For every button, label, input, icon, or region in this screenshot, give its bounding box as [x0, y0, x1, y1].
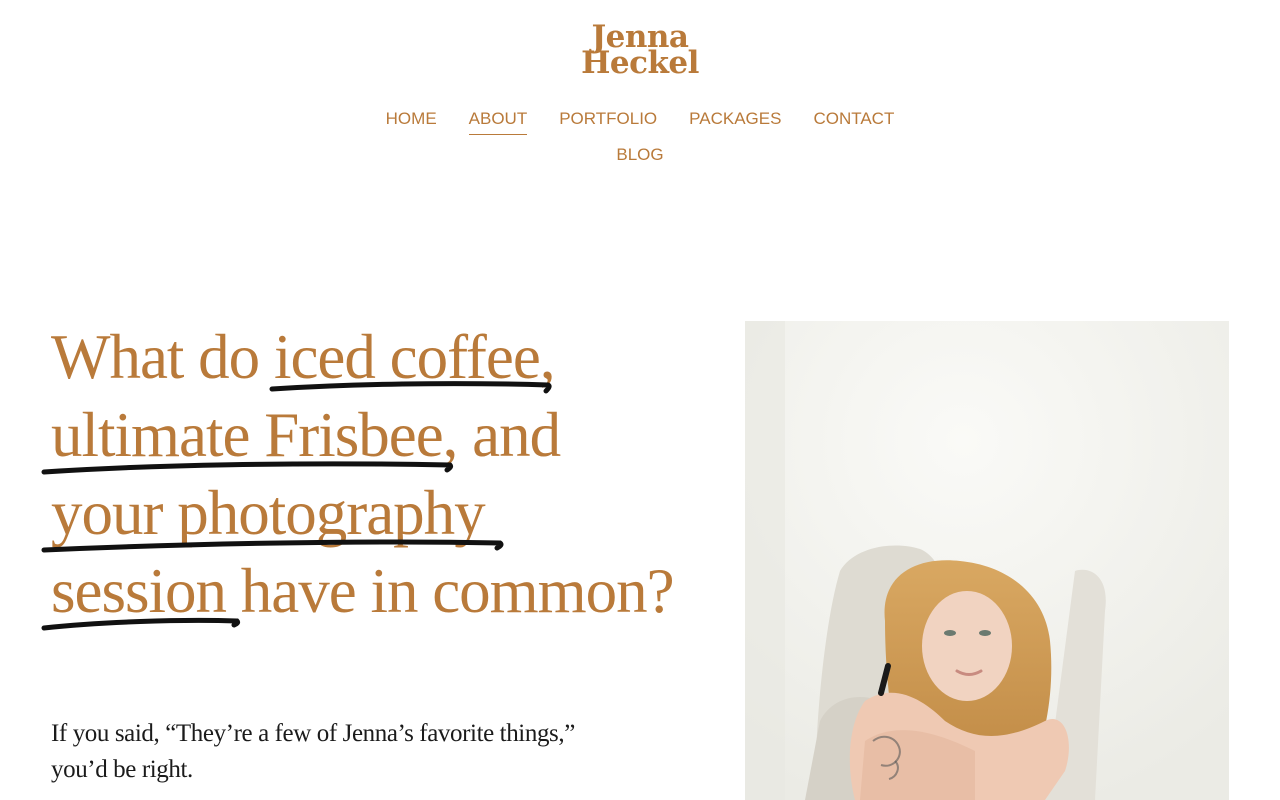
- nav-blog[interactable]: BLOG: [616, 144, 663, 170]
- nav-row-primary: HOME ABOUT PORTFOLIO PACKAGES CONTACT: [0, 108, 1280, 144]
- headline-highlight: iced coffee,: [273, 322, 556, 392]
- portrait-photo: [745, 321, 1229, 800]
- site-logo[interactable]: Jenna Heckel: [0, 22, 1280, 81]
- headline-highlight: your photography: [51, 478, 486, 548]
- headline-highlight: session: [51, 556, 227, 626]
- headline-text: What do: [51, 322, 274, 392]
- nav-contact[interactable]: CONTACT: [813, 108, 894, 134]
- headline-text: have in common?: [226, 556, 675, 626]
- nav-row-secondary: BLOG: [0, 144, 1280, 180]
- nav-packages[interactable]: PACKAGES: [689, 108, 781, 134]
- portrait-illustration: [745, 321, 1229, 800]
- logo-last-name: Heckel: [581, 45, 699, 81]
- main-nav: HOME ABOUT PORTFOLIO PACKAGES CONTACT BL…: [0, 108, 1280, 180]
- nav-home[interactable]: HOME: [386, 108, 437, 134]
- nav-about[interactable]: ABOUT: [468, 108, 528, 135]
- headline-text: and: [457, 400, 561, 470]
- intro-paragraph: If you said, “They’re a few of Jenna’s f…: [51, 720, 575, 783]
- headline-highlight: ultimate Frisbee,: [51, 400, 458, 470]
- hero-headline: What do iced coffee, ultimate Frisbee, a…: [51, 318, 711, 630]
- nav-portfolio[interactable]: PORTFOLIO: [559, 108, 657, 134]
